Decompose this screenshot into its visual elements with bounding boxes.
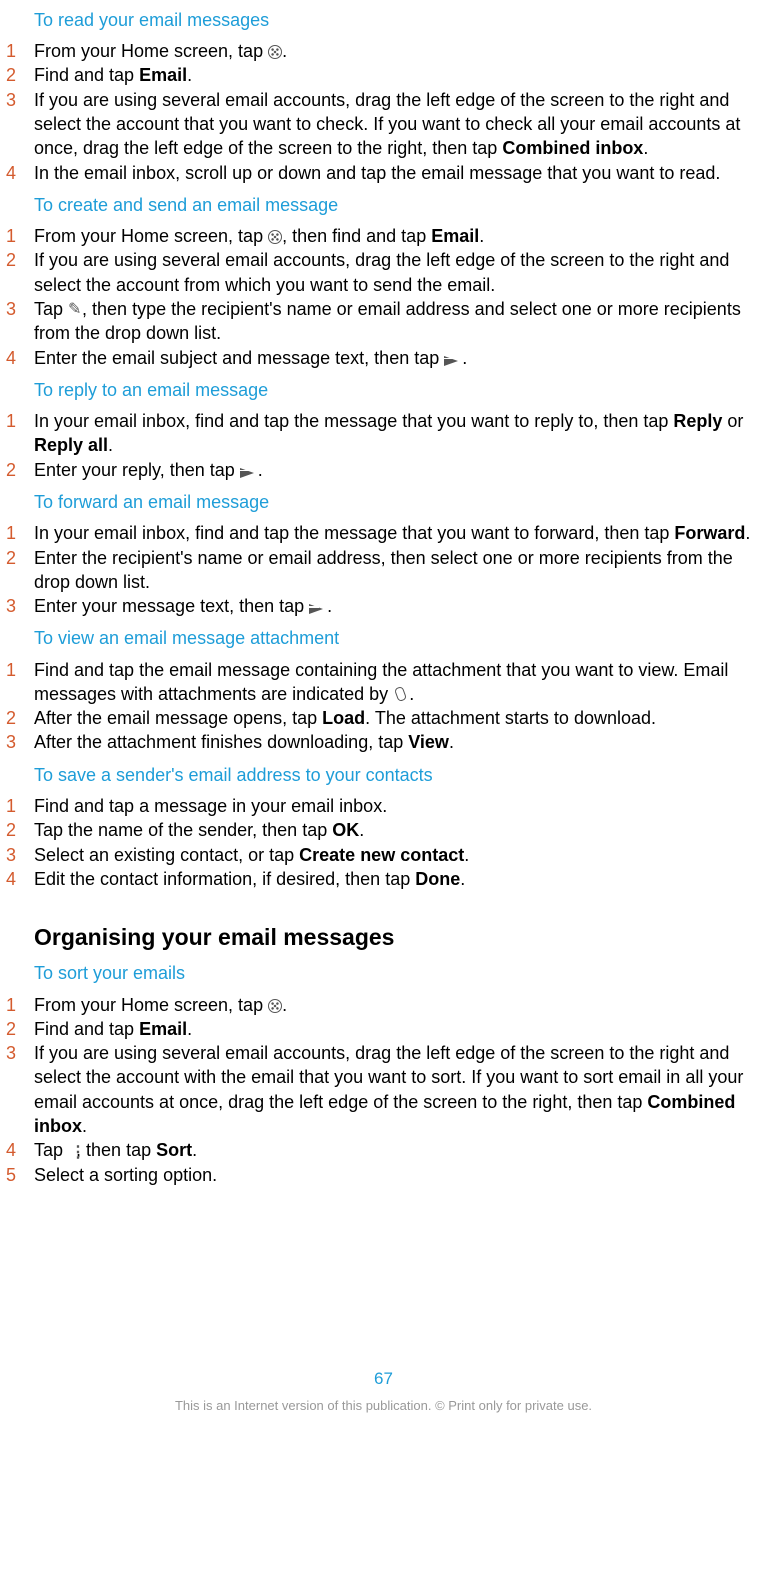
- step-list: In your email inbox, find and tap the me…: [0, 409, 767, 482]
- section-title: To reply to an email message: [34, 378, 767, 403]
- section-title: To view an email message attachment: [34, 626, 767, 651]
- send-icon: [444, 352, 462, 366]
- step-item: Enter the email subject and message text…: [0, 346, 767, 370]
- step-list: From your Home screen, tap .Find and tap…: [0, 39, 767, 185]
- step-item: Find and tap a message in your email inb…: [0, 794, 767, 818]
- send-icon: [240, 464, 258, 478]
- step-item: Select an existing contact, or tap Creat…: [0, 843, 767, 867]
- step-item: Find and tap Email.: [0, 1017, 767, 1041]
- apps-icon: [268, 999, 282, 1013]
- section-title: To sort your emails: [34, 961, 767, 986]
- step-item: After the email message opens, tap Load.…: [0, 706, 767, 730]
- bold-text: Create new contact: [299, 845, 464, 865]
- step-item: Select a sorting option.: [0, 1163, 767, 1187]
- bold-text: Reply all: [34, 435, 108, 455]
- bold-text: Email: [139, 1019, 187, 1039]
- footer-note: This is an Internet version of this publ…: [0, 1397, 767, 1425]
- step-item: Tap the name of the sender, then tap OK.: [0, 818, 767, 842]
- step-item: Enter your message text, then tap .: [0, 594, 767, 618]
- bold-text: Email: [431, 226, 479, 246]
- page-number: 67: [0, 1367, 767, 1391]
- bold-text: View: [408, 732, 449, 752]
- bold-text: Sort: [156, 1140, 192, 1160]
- step-item: From your Home screen, tap .: [0, 993, 767, 1017]
- bold-text: Forward: [674, 523, 745, 543]
- bold-text: Combined inbox: [34, 1092, 735, 1136]
- step-item: Edit the contact information, if desired…: [0, 867, 767, 891]
- step-item: From your Home screen, tap .: [0, 39, 767, 63]
- bold-text: Load: [322, 708, 365, 728]
- step-item: Tap , then tap Sort.: [0, 1138, 767, 1162]
- bold-text: Done: [415, 869, 460, 889]
- attach-icon: [393, 687, 409, 703]
- step-item: After the attachment finishes downloadin…: [0, 730, 767, 754]
- step-item: If you are using several email accounts,…: [0, 248, 767, 297]
- step-item: In your email inbox, find and tap the me…: [0, 521, 767, 545]
- step-item: If you are using several email accounts,…: [0, 88, 767, 161]
- apps-icon: [268, 230, 282, 244]
- main-heading: Organising your email messages: [34, 921, 767, 953]
- bold-text: Email: [139, 65, 187, 85]
- step-item: In the email inbox, scroll up or down an…: [0, 161, 767, 185]
- section-title: To create and send an email message: [34, 193, 767, 218]
- step-list: From your Home screen, tap .Find and tap…: [0, 993, 767, 1187]
- menu-icon: [68, 1145, 76, 1159]
- step-item: From your Home screen, tap , then find a…: [0, 224, 767, 248]
- bold-text: Reply: [673, 411, 722, 431]
- step-list: Find and tap a message in your email inb…: [0, 794, 767, 891]
- section-title: To read your email messages: [34, 8, 767, 33]
- bold-text: Combined inbox: [502, 138, 643, 158]
- step-item: Enter the recipient's name or email addr…: [0, 546, 767, 595]
- step-item: Tap , then type the recipient's name or …: [0, 297, 767, 346]
- section-title: To save a sender's email address to your…: [34, 763, 767, 788]
- step-item: Find and tap the email message containin…: [0, 658, 767, 707]
- send-icon: [309, 600, 327, 614]
- bold-text: OK: [332, 820, 359, 840]
- document-content: To read your email messages From your Hom…: [0, 8, 767, 1425]
- step-list: Find and tap the email message containin…: [0, 658, 767, 755]
- step-list: From your Home screen, tap , then find a…: [0, 224, 767, 370]
- step-item: If you are using several email accounts,…: [0, 1041, 767, 1138]
- step-item: Find and tap Email.: [0, 63, 767, 87]
- compose-icon: [68, 303, 82, 317]
- apps-icon: [268, 45, 282, 59]
- step-list: In your email inbox, find and tap the me…: [0, 521, 767, 618]
- section-title: To forward an email message: [34, 490, 767, 515]
- step-item: In your email inbox, find and tap the me…: [0, 409, 767, 458]
- step-item: Enter your reply, then tap .: [0, 458, 767, 482]
